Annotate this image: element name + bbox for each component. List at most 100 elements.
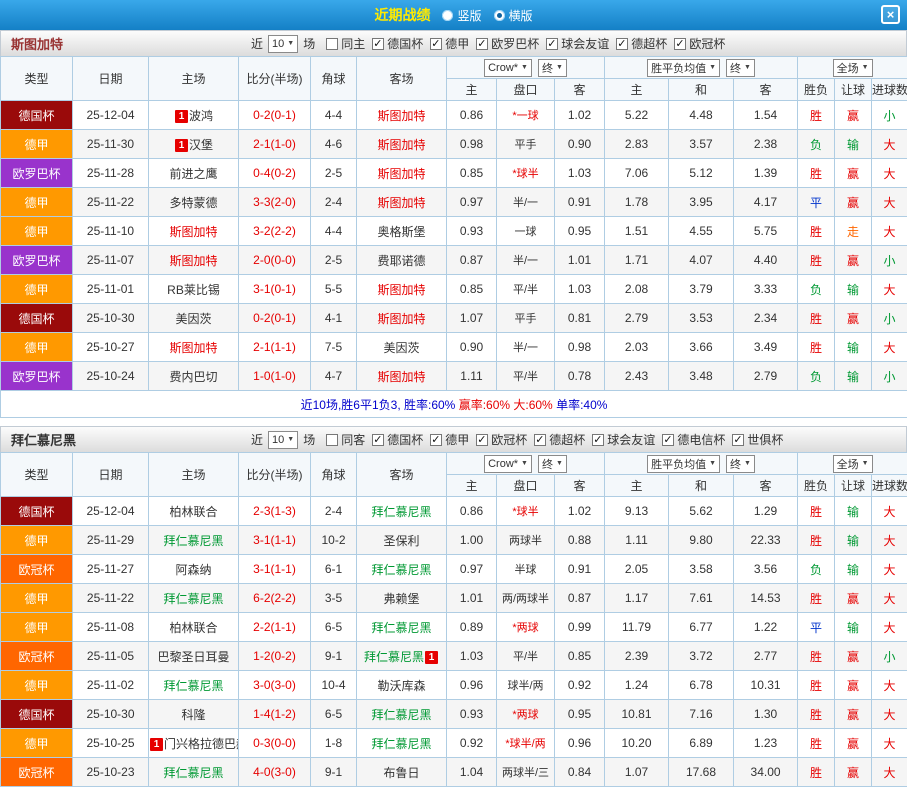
close-icon[interactable]: × [881,5,900,24]
match-row: 德甲25-11-02拜仁慕尼黑3-0(3-0)10-4勒沃库森0.96球半/两0… [1,671,907,700]
filter-德国杯[interactable]: 德国杯 [372,431,423,448]
bookmaker-dropdown[interactable]: Crow*▼ [484,455,532,473]
checkbox-icon[interactable] [674,38,686,50]
checkbox-icon[interactable] [326,38,338,50]
checkbox-icon[interactable] [372,434,384,446]
checkbox-icon[interactable] [546,38,558,50]
corner-cell: 1-8 [311,729,357,758]
checkbox-icon[interactable] [372,38,384,50]
asia-home-odds-cell: 1.04 [447,758,497,787]
filter-德甲[interactable]: 德甲 [430,431,469,448]
handicap-result-cell: 赢 [835,159,872,188]
asia-home-odds-cell: 0.86 [447,101,497,130]
match-count-dropdown[interactable]: 10 ▼ [268,431,298,449]
filter-同客[interactable]: 同客 [326,431,365,448]
checkbox-icon[interactable] [616,38,628,50]
filter-同主[interactable]: 同主 [326,35,365,52]
filter-德甲[interactable]: 德甲 [430,35,469,52]
euro-away-odds-cell: 2.34 [734,304,798,333]
checkbox-icon[interactable] [476,434,488,446]
team-name: 阿森纳 [175,563,211,577]
match-result-cell: 胜 [798,729,835,758]
filter-球会友谊[interactable]: 球会友谊 [546,35,609,52]
filter-德超杯[interactable]: 德超杯 [534,431,585,448]
col-corner: 角球 [311,57,357,101]
away-team-cell: 拜仁慕尼黑 [357,613,447,642]
asia-handicap-cell: 两球半/三 [497,758,555,787]
checkbox-icon[interactable] [732,434,744,446]
table-header: 类型 日期 主场 比分(半场) 角球 客场 Crow*▼ 终▼ 胜平负均值▼ 终… [1,57,907,101]
subcol-handicap-result: 让球 [835,79,872,101]
final-odds-dropdown[interactable]: 终▼ [538,455,567,473]
home-team-cell: 柏林联合 [149,497,239,526]
match-result-cell: 胜 [798,584,835,613]
euro-draw-odds-cell: 7.16 [669,700,734,729]
competition-type-cell: 欧罗巴杯 [1,246,73,275]
layout-vertical-radio[interactable]: 竖版 [442,7,481,24]
asia-handicap-cell: *两球 [497,613,555,642]
euro-home-odds-cell: 1.17 [605,584,669,613]
scope-dropdown[interactable]: 全场▼ [833,59,873,77]
radio-selected-icon[interactable] [494,10,505,21]
col-home: 主场 [149,453,239,497]
final-europe-dropdown[interactable]: 终▼ [726,455,755,473]
checkbox-icon[interactable] [662,434,674,446]
europe-mean-dropdown[interactable]: 胜平负均值▼ [647,59,720,77]
checkbox-icon[interactable] [476,38,488,50]
filter-德电信杯[interactable]: 德电信杯 [662,431,725,448]
layout-horizontal-radio[interactable]: 横版 [494,7,533,24]
euro-home-odds-cell: 9.13 [605,497,669,526]
euro-home-odds-cell: 2.05 [605,555,669,584]
team-name-heading: 拜仁慕尼黑 [1,430,251,449]
match-row: 欧罗巴杯25-11-28前进之鹰0-4(0-2)2-5斯图加特0.85*球半1.… [1,159,907,188]
score-cell: 2-3(1-3) [239,497,311,526]
filter-德超杯[interactable]: 德超杯 [616,35,667,52]
filter-德国杯[interactable]: 德国杯 [372,35,423,52]
filter-欧罗巴杯[interactable]: 欧罗巴杯 [476,35,539,52]
final-odds-dropdown[interactable]: 终▼ [538,59,567,77]
team-name: RB莱比锡 [167,283,220,297]
filter-欧冠杯[interactable]: 欧冠杯 [674,35,725,52]
asia-home-odds-cell: 1.00 [447,526,497,555]
filter-世俱杯[interactable]: 世俱杯 [732,431,783,448]
goals-result-cell: 大 [872,584,907,613]
euro-draw-odds-cell: 4.48 [669,101,734,130]
dropdown-value: 全场 [837,60,859,76]
match-result-cell: 平 [798,188,835,217]
euro-draw-odds-cell: 4.55 [669,217,734,246]
europe-mean-dropdown[interactable]: 胜平负均值▼ [647,455,720,473]
checkbox-icon[interactable] [592,434,604,446]
radio-icon[interactable] [442,10,453,21]
team-name: 斯图加特 [169,341,217,355]
match-row: 德国杯25-10-30美因茨0-2(0-1)4-1斯图加特1.07平手0.812… [1,304,907,333]
team-section-header: 拜仁慕尼黑 近 10 ▼ 场 同客德国杯德甲欧冠杯德超杯球会友谊德电信杯世俱杯 [0,426,907,452]
score-cell: 1-0(1-0) [239,362,311,391]
competition-type-cell: 德甲 [1,130,73,159]
chevron-down-icon: ▼ [556,64,563,71]
chevron-down-icon: ▼ [709,64,716,71]
filter-欧冠杯[interactable]: 欧冠杯 [476,431,527,448]
final-europe-dropdown[interactable]: 终▼ [726,59,755,77]
asia-home-odds-cell: 0.87 [447,246,497,275]
match-row: 德国杯25-12-041波鸿0-2(0-1)4-4斯图加特0.86*一球1.02… [1,101,907,130]
asia-handicap-cell: 平/半 [497,275,555,304]
checkbox-icon[interactable] [534,434,546,446]
checkbox-icon[interactable] [430,434,442,446]
checkbox-icon[interactable] [430,38,442,50]
handicap-result-cell: 输 [835,130,872,159]
stats-summary: 近10场,胜6平1负3, 胜率:60% 赢率:60% 大:60% 单率:40% [1,391,907,418]
red-card-badge: 1 [150,738,163,751]
bookmaker-dropdown[interactable]: Crow*▼ [484,59,532,77]
asia-handicap-cell: 一球 [497,217,555,246]
scope-dropdown[interactable]: 全场▼ [833,455,873,473]
euro-away-odds-cell: 1.22 [734,613,798,642]
checkbox-icon[interactable] [326,434,338,446]
asia-home-odds-cell: 0.93 [447,217,497,246]
score-cell: 2-1(1-1) [239,333,311,362]
filter-球会友谊[interactable]: 球会友谊 [592,431,655,448]
scope-header: 全场▼ [798,453,907,475]
match-date-cell: 25-11-29 [73,526,149,555]
match-count-dropdown[interactable]: 10 ▼ [268,35,298,53]
asia-away-odds-cell: 1.02 [555,497,605,526]
handicap-result-cell: 输 [835,613,872,642]
